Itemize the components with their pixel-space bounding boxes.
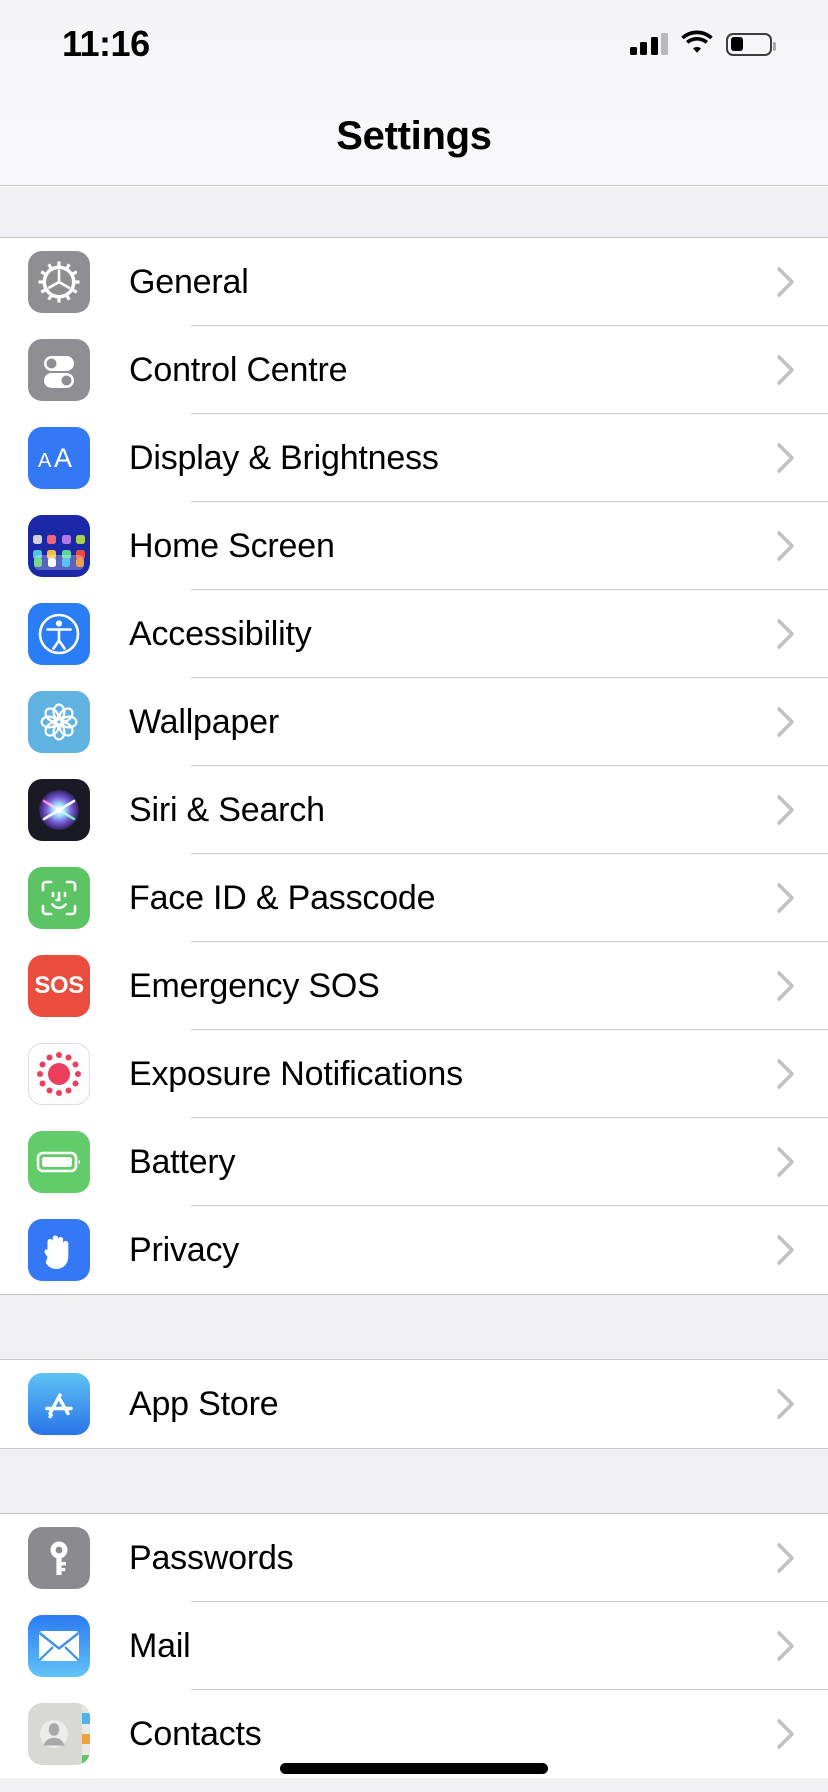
chevron-right-icon: [777, 266, 795, 298]
chevron-right-icon: [777, 1234, 795, 1266]
settings-row-wallpaper[interactable]: Wallpaper: [0, 678, 828, 766]
chevron-right-icon: [777, 1146, 795, 1178]
gear-icon: [28, 251, 90, 313]
section-gap-apps: [0, 1448, 828, 1514]
settings-row-label: Accessibility: [129, 614, 312, 653]
svg-text:A: A: [54, 443, 72, 473]
home-indicator-bar[interactable]: [280, 1763, 548, 1774]
settings-row-label: General: [129, 262, 249, 301]
chevron-right-icon: [777, 354, 795, 386]
settings-row-label: Battery: [129, 1142, 236, 1181]
settings-row-label: Passwords: [129, 1538, 294, 1577]
settings-row-privacy[interactable]: Privacy: [0, 1206, 828, 1294]
iphone-settings-screen: 11:16 Settings General Control Centre A …: [0, 0, 828, 1792]
settings-row-battery[interactable]: Battery: [0, 1118, 828, 1206]
chevron-right-icon: [777, 1388, 795, 1420]
battery-green-icon: [28, 1131, 90, 1193]
settings-row-siri-search[interactable]: Siri & Search: [0, 766, 828, 854]
accessibility-person-icon: [28, 603, 90, 665]
status-bar: 11:16: [0, 0, 828, 88]
settings-row-label: Privacy: [129, 1230, 240, 1269]
settings-row-exposure-notifications[interactable]: Exposure Notifications: [0, 1030, 828, 1118]
section-gap-store: [0, 1294, 828, 1360]
exposure-dots: [34, 1049, 84, 1099]
cellular-signal-icon: [629, 33, 668, 55]
settings-row-display-brightness[interactable]: A A Display & Brightness: [0, 414, 828, 502]
system-settings-group: General Control Centre A A Display & Bri…: [0, 238, 828, 1294]
settings-row-label: Exposure Notifications: [129, 1054, 463, 1093]
mail-envelope-icon: [28, 1615, 90, 1677]
page-title: Settings: [336, 114, 492, 158]
passwords-key-icon: [28, 1527, 90, 1589]
contacts-person-icon: [28, 1703, 90, 1765]
contacts-color-tabs: [82, 1703, 90, 1765]
navigation-bar: Settings: [0, 88, 828, 186]
settings-row-control-centre[interactable]: Control Centre: [0, 326, 828, 414]
siri-orb-icon: [28, 779, 90, 841]
wifi-icon: [681, 30, 713, 58]
chevron-right-icon: [777, 618, 795, 650]
settings-row-label: Display & Brightness: [129, 438, 439, 477]
settings-row-label: Mail: [129, 1626, 191, 1665]
settings-row-mail[interactable]: Mail: [0, 1602, 828, 1690]
face-id-icon: [28, 867, 90, 929]
exposure-notifications-icon: [28, 1043, 90, 1105]
status-bar-indicators: [629, 30, 776, 58]
settings-row-label: Control Centre: [129, 350, 348, 389]
chevron-right-icon: [777, 1058, 795, 1090]
settings-row-general[interactable]: General: [0, 238, 828, 326]
control-centre-toggles-icon: [28, 339, 90, 401]
settings-row-app-store[interactable]: App Store: [0, 1360, 828, 1448]
chevron-right-icon: [777, 1542, 795, 1574]
battery-icon: [726, 32, 776, 56]
chevron-right-icon: [777, 706, 795, 738]
apps-group: Passwords Mail Contacts: [0, 1514, 828, 1778]
chevron-right-icon: [777, 442, 795, 474]
settings-row-label: Home Screen: [129, 526, 335, 565]
settings-row-label: Face ID & Passcode: [129, 878, 436, 917]
chevron-right-icon: [777, 794, 795, 826]
settings-row-label: Emergency SOS: [129, 966, 380, 1005]
settings-row-face-id-passcode[interactable]: Face ID & Passcode: [0, 854, 828, 942]
chevron-right-icon: [777, 1630, 795, 1662]
settings-row-accessibility[interactable]: Accessibility: [0, 590, 828, 678]
settings-row-emergency-sos[interactable]: SOS Emergency SOS: [0, 942, 828, 1030]
status-bar-time: 11:16: [62, 23, 150, 64]
app-store-icon: [28, 1373, 90, 1435]
section-gap-top: [0, 187, 828, 238]
privacy-hand-icon: [28, 1219, 90, 1281]
settings-row-home-screen[interactable]: Home Screen: [0, 502, 828, 590]
home-screen-grid-icon: [28, 515, 90, 577]
settings-list[interactable]: General Control Centre A A Display & Bri…: [0, 187, 828, 1792]
settings-row-label: Wallpaper: [129, 702, 280, 741]
sos-label: SOS: [34, 972, 84, 999]
chevron-right-icon: [777, 970, 795, 1002]
store-group: App Store: [0, 1360, 828, 1448]
chevron-right-icon: [777, 882, 795, 914]
display-brightness-aa-icon: A A: [28, 427, 90, 489]
settings-row-label: App Store: [129, 1384, 279, 1423]
settings-row-passwords[interactable]: Passwords: [0, 1514, 828, 1602]
svg-text:A: A: [38, 450, 52, 472]
settings-row-label: Siri & Search: [129, 790, 325, 829]
wallpaper-flower-icon: [28, 691, 90, 753]
chevron-right-icon: [777, 530, 795, 562]
emergency-sos-icon: SOS: [28, 955, 90, 1017]
settings-row-label: Contacts: [129, 1714, 262, 1753]
chevron-right-icon: [777, 1718, 795, 1750]
